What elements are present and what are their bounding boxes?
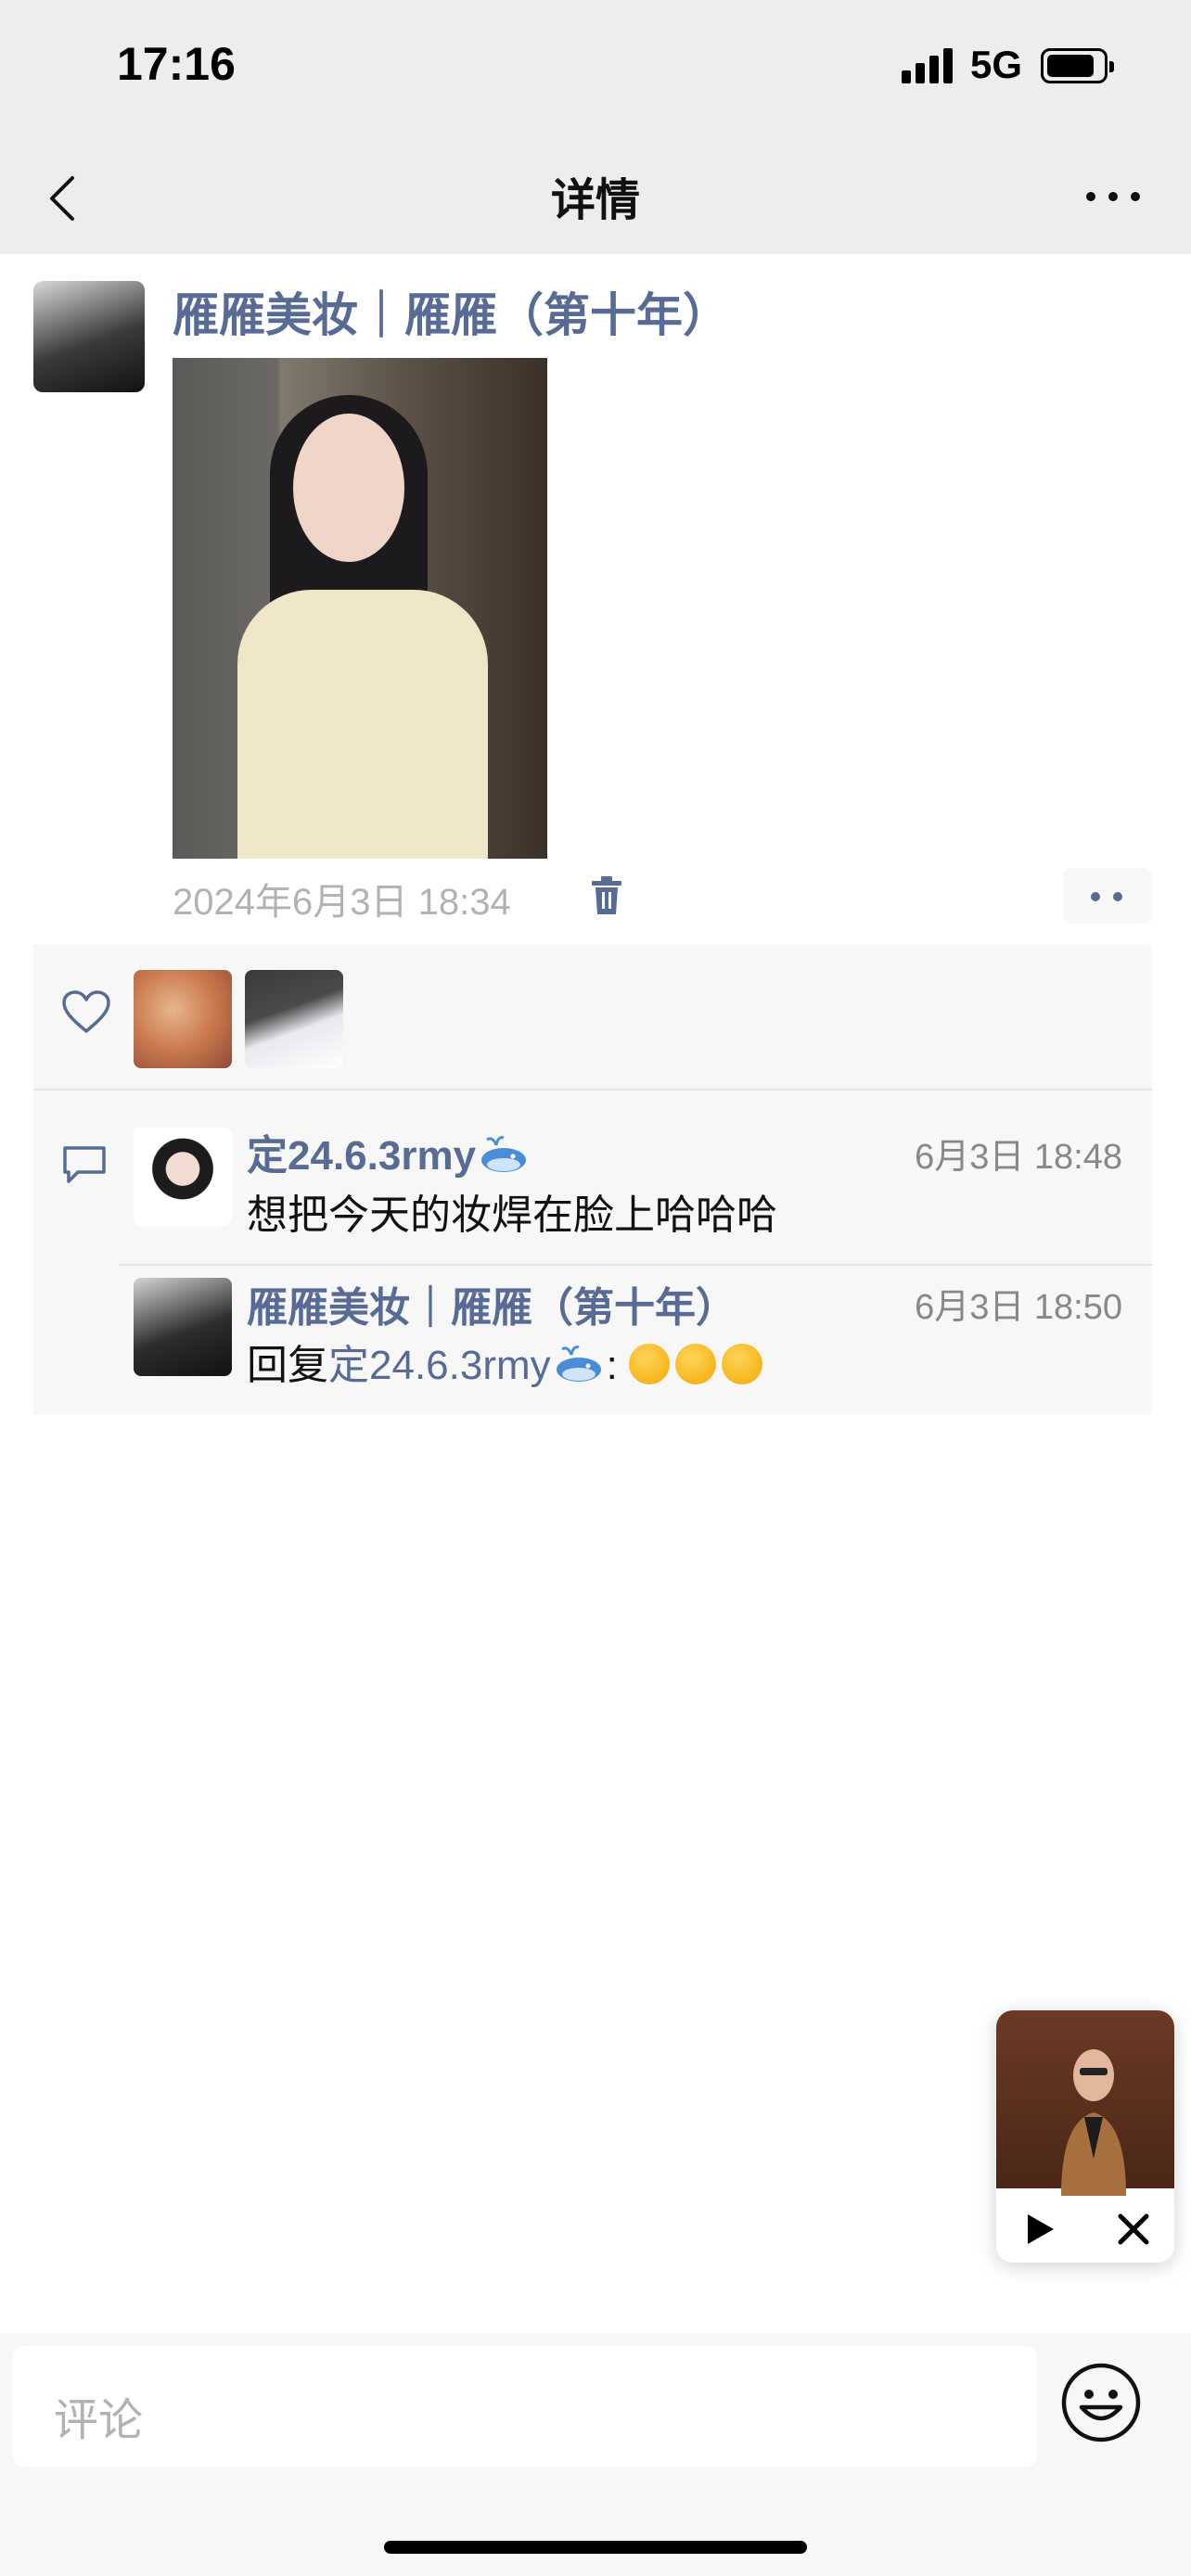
interaction-panel: 定24.6.3rmy 6月3日 18:48 想把今天的妆焊在脸上哈哈哈 雁雁美妆… <box>33 944 1152 1415</box>
reply-prefix: 回复 <box>247 1343 328 1388</box>
whale-emoji-icon <box>481 1136 527 1172</box>
signal-icon <box>902 46 957 83</box>
post-photo[interactable] <box>173 358 547 859</box>
network-label: 5G <box>970 43 1023 86</box>
comment-text[interactable]: 想把今天的妆焊在脸上哈哈哈 <box>247 1181 777 1241</box>
commenter-avatar[interactable] <box>134 1128 232 1226</box>
page-title: 详情 <box>550 176 640 225</box>
floating-video-window[interactable] <box>996 2010 1174 2263</box>
thinking-emoji-icon <box>675 1344 717 1384</box>
video-person-image <box>1061 2049 1126 2196</box>
author-name[interactable]: 雁雁美妆｜雁雁（第十年） <box>173 278 729 345</box>
like-avatar[interactable] <box>245 970 343 1068</box>
home-indicator[interactable] <box>384 2541 807 2554</box>
commenter-name[interactable]: 定24.6.3rmy <box>247 1122 531 1181</box>
more-dots-icon[interactable] <box>1076 167 1150 226</box>
author-avatar[interactable] <box>33 281 145 392</box>
video-thumbnail[interactable] <box>996 2010 1174 2196</box>
trash-icon[interactable] <box>590 875 623 916</box>
comment-time: 6月3日 18:48 <box>915 1138 1122 1177</box>
like-avatar[interactable] <box>134 970 232 1068</box>
status-bar: 17:16 5G <box>0 0 1191 139</box>
heart-icon <box>62 990 110 1033</box>
play-icon[interactable] <box>1020 2211 1057 2248</box>
emoji-icon[interactable] <box>1059 2361 1143 2444</box>
nav-bar: 详情 <box>0 139 1191 254</box>
comment-placeholder: 评论 <box>54 2396 144 2445</box>
reply-separator: : <box>606 1343 618 1388</box>
thinking-emoji-icon <box>722 1344 763 1384</box>
thinking-emoji-icon <box>629 1344 671 1384</box>
battery-icon <box>1041 48 1114 83</box>
comment-text[interactable]: 回复定24.6.3rmy: <box>247 1332 768 1391</box>
comment-input[interactable]: 评论 <box>13 2346 1037 2467</box>
commenter-name[interactable]: 雁雁美妆｜雁雁（第十年） <box>247 1274 736 1333</box>
divider <box>119 1264 1152 1266</box>
post-date: 2024年6月3日 18:34 <box>173 882 511 923</box>
post-menu-button[interactable] <box>1063 868 1152 924</box>
comment-time: 6月3日 18:50 <box>915 1288 1122 1327</box>
whale-emoji-icon <box>556 1345 601 1382</box>
status-time: 17:16 <box>117 38 236 90</box>
commenter-avatar[interactable] <box>134 1278 232 1376</box>
divider <box>33 1089 1152 1090</box>
close-icon[interactable] <box>1115 2211 1152 2248</box>
reply-target[interactable]: 定24.6.3rmy <box>328 1343 551 1388</box>
comment-bar: 评论 <box>0 2333 1191 2576</box>
comment-bubble-icon <box>63 1146 106 1183</box>
